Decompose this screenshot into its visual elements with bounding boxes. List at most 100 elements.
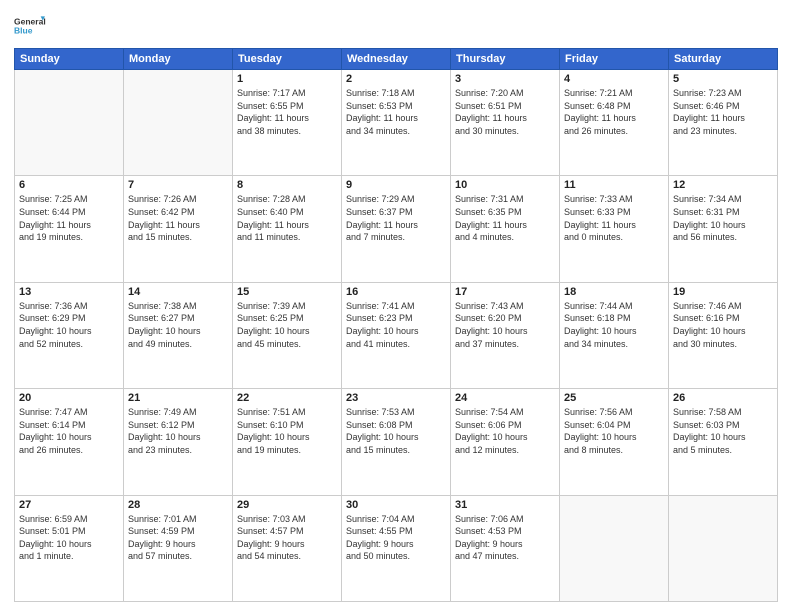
calendar-cell [560,495,669,601]
calendar-week-1: 1 Sunrise: 7:17 AM Sunset: 6:55 PM Daylig… [15,70,778,176]
calendar-cell: 12 Sunrise: 7:34 AM Sunset: 6:31 PM Dayli… [669,176,778,282]
day-number: 22 [237,392,337,404]
day-number: 11 [564,179,664,191]
svg-text:Blue: Blue [14,25,33,35]
day-number: 31 [455,499,555,511]
calendar-week-5: 27 Sunrise: 6:59 AM Sunset: 5:01 PM Dayli… [15,495,778,601]
day-info: Sunrise: 7:31 AM Sunset: 6:35 PM Dayligh… [455,193,555,243]
day-info: Sunrise: 7:34 AM Sunset: 6:31 PM Dayligh… [673,193,773,243]
day-info: Sunrise: 7:28 AM Sunset: 6:40 PM Dayligh… [237,193,337,243]
calendar-cell: 3Sunrise: 7:20 AM Sunset: 6:51 PM Daylig… [451,70,560,176]
day-number: 27 [19,499,119,511]
calendar-cell: 29 Sunrise: 7:03 AM Sunset: 4:57 PM Dayli… [233,495,342,601]
calendar-cell: 14 Sunrise: 7:38 AM Sunset: 6:27 PM Dayli… [124,282,233,388]
day-header-thursday: Thursday [451,49,560,70]
calendar-cell: 7 Sunrise: 7:26 AM Sunset: 6:42 PM Daylig… [124,176,233,282]
day-info: Sunrise: 7:53 AM Sunset: 6:08 PM Dayligh… [346,406,446,456]
day-number: 3 [455,73,555,85]
day-info: Sunrise: 7:47 AM Sunset: 6:14 PM Dayligh… [19,406,119,456]
calendar-cell: 23 Sunrise: 7:53 AM Sunset: 6:08 PM Dayli… [342,389,451,495]
calendar-cell: 11 Sunrise: 7:33 AM Sunset: 6:33 PM Dayli… [560,176,669,282]
header: General Blue [14,10,778,42]
logo-svg: General Blue [14,10,46,42]
day-header-tuesday: Tuesday [233,49,342,70]
calendar-header-row: SundayMondayTuesdayWednesdayThursdayFrid… [15,49,778,70]
day-info: Sunrise: 7:38 AM Sunset: 6:27 PM Dayligh… [128,300,228,350]
day-info: Sunrise: 7:06 AM Sunset: 4:53 PM Dayligh… [455,513,555,563]
day-info: Sunrise: 7:41 AM Sunset: 6:23 PM Dayligh… [346,300,446,350]
calendar-cell: 22 Sunrise: 7:51 AM Sunset: 6:10 PM Dayli… [233,389,342,495]
day-info: Sunrise: 7:44 AM Sunset: 6:18 PM Dayligh… [564,300,664,350]
calendar-cell: 27 Sunrise: 6:59 AM Sunset: 5:01 PM Dayli… [15,495,124,601]
day-number: 24 [455,392,555,404]
calendar-cell: 2Sunrise: 7:18 AM Sunset: 6:53 PM Daylig… [342,70,451,176]
day-info: Sunrise: 7:21 AM Sunset: 6:48 PM Dayligh… [564,87,664,137]
page: General Blue SundayMondayTuesdayWednesda… [0,0,792,612]
day-number: 5 [673,73,773,85]
day-info: Sunrise: 7:56 AM Sunset: 6:04 PM Dayligh… [564,406,664,456]
day-info: Sunrise: 7:33 AM Sunset: 6:33 PM Dayligh… [564,193,664,243]
calendar-cell: 5Sunrise: 7:23 AM Sunset: 6:46 PM Daylig… [669,70,778,176]
calendar-cell: 4 Sunrise: 7:21 AM Sunset: 6:48 PM Daylig… [560,70,669,176]
calendar-cell: 19Sunrise: 7:46 AM Sunset: 6:16 PM Dayli… [669,282,778,388]
calendar-cell: 13 Sunrise: 7:36 AM Sunset: 6:29 PM Dayli… [15,282,124,388]
day-info: Sunrise: 6:59 AM Sunset: 5:01 PM Dayligh… [19,513,119,563]
day-number: 29 [237,499,337,511]
day-number: 14 [128,286,228,298]
calendar-cell: 17Sunrise: 7:43 AM Sunset: 6:20 PM Dayli… [451,282,560,388]
day-number: 25 [564,392,664,404]
calendar-table: SundayMondayTuesdayWednesdayThursdayFrid… [14,48,778,602]
day-info: Sunrise: 7:03 AM Sunset: 4:57 PM Dayligh… [237,513,337,563]
calendar-cell: 31 Sunrise: 7:06 AM Sunset: 4:53 PM Dayli… [451,495,560,601]
calendar-cell: 18 Sunrise: 7:44 AM Sunset: 6:18 PM Dayli… [560,282,669,388]
day-info: Sunrise: 7:04 AM Sunset: 4:55 PM Dayligh… [346,513,446,563]
day-number: 6 [19,179,119,191]
day-number: 23 [346,392,446,404]
calendar-cell [15,70,124,176]
calendar-cell: 30 Sunrise: 7:04 AM Sunset: 4:55 PM Dayli… [342,495,451,601]
day-number: 7 [128,179,228,191]
calendar-cell: 6 Sunrise: 7:25 AM Sunset: 6:44 PM Daylig… [15,176,124,282]
day-info: Sunrise: 7:01 AM Sunset: 4:59 PM Dayligh… [128,513,228,563]
day-header-wednesday: Wednesday [342,49,451,70]
calendar-cell [669,495,778,601]
calendar-cell: 1 Sunrise: 7:17 AM Sunset: 6:55 PM Daylig… [233,70,342,176]
day-header-saturday: Saturday [669,49,778,70]
svg-text:General: General [14,16,46,26]
day-info: Sunrise: 7:46 AM Sunset: 6:16 PM Dayligh… [673,300,773,350]
day-info: Sunrise: 7:39 AM Sunset: 6:25 PM Dayligh… [237,300,337,350]
day-number: 13 [19,286,119,298]
calendar-cell: 28 Sunrise: 7:01 AM Sunset: 4:59 PM Dayli… [124,495,233,601]
day-info: Sunrise: 7:17 AM Sunset: 6:55 PM Dayligh… [237,87,337,137]
day-number: 1 [237,73,337,85]
day-number: 4 [564,73,664,85]
calendar-cell: 8Sunrise: 7:28 AM Sunset: 6:40 PM Daylig… [233,176,342,282]
day-number: 10 [455,179,555,191]
calendar-cell: 10 Sunrise: 7:31 AM Sunset: 6:35 PM Dayli… [451,176,560,282]
day-number: 15 [237,286,337,298]
day-number: 12 [673,179,773,191]
calendar-cell: 24Sunrise: 7:54 AM Sunset: 6:06 PM Dayli… [451,389,560,495]
logo: General Blue [14,10,46,42]
calendar-cell: 20 Sunrise: 7:47 AM Sunset: 6:14 PM Dayli… [15,389,124,495]
calendar-week-2: 6 Sunrise: 7:25 AM Sunset: 6:44 PM Daylig… [15,176,778,282]
day-info: Sunrise: 7:49 AM Sunset: 6:12 PM Dayligh… [128,406,228,456]
day-number: 30 [346,499,446,511]
day-number: 21 [128,392,228,404]
day-info: Sunrise: 7:26 AM Sunset: 6:42 PM Dayligh… [128,193,228,243]
day-info: Sunrise: 7:29 AM Sunset: 6:37 PM Dayligh… [346,193,446,243]
calendar-week-4: 20 Sunrise: 7:47 AM Sunset: 6:14 PM Dayli… [15,389,778,495]
day-info: Sunrise: 7:36 AM Sunset: 6:29 PM Dayligh… [19,300,119,350]
day-number: 28 [128,499,228,511]
day-header-monday: Monday [124,49,233,70]
calendar-week-3: 13 Sunrise: 7:36 AM Sunset: 6:29 PM Dayli… [15,282,778,388]
day-info: Sunrise: 7:25 AM Sunset: 6:44 PM Dayligh… [19,193,119,243]
calendar-cell: 25 Sunrise: 7:56 AM Sunset: 6:04 PM Dayli… [560,389,669,495]
day-header-friday: Friday [560,49,669,70]
day-number: 18 [564,286,664,298]
day-number: 17 [455,286,555,298]
calendar-cell: 9Sunrise: 7:29 AM Sunset: 6:37 PM Daylig… [342,176,451,282]
day-info: Sunrise: 7:51 AM Sunset: 6:10 PM Dayligh… [237,406,337,456]
day-number: 20 [19,392,119,404]
calendar-cell: 21 Sunrise: 7:49 AM Sunset: 6:12 PM Dayli… [124,389,233,495]
